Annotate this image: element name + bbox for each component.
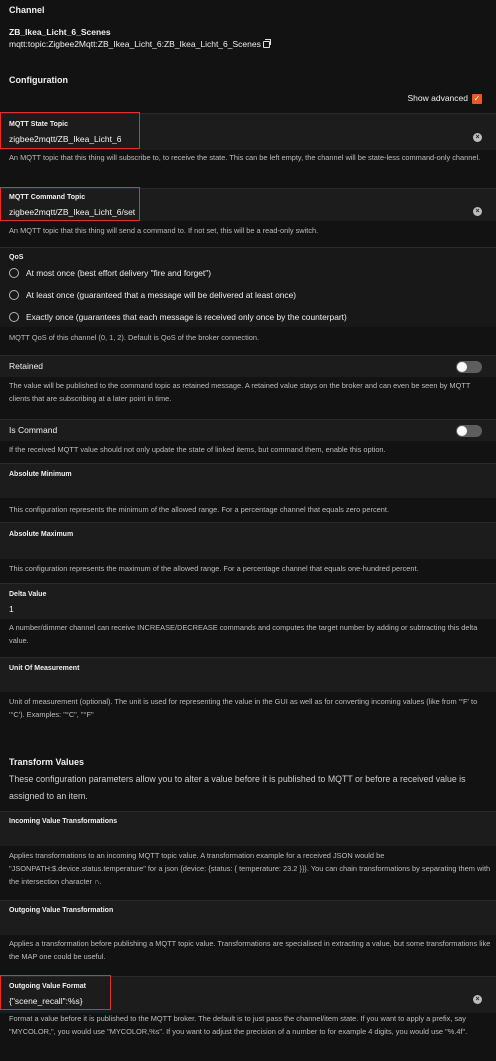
transform-values-heading: Transform Values [9,757,85,767]
absolute-maximum-field[interactable]: Absolute Maximum [0,522,496,559]
qos-option-2[interactable]: Exactly once (guarantees that each messa… [9,312,347,322]
radio-icon[interactable] [9,268,19,278]
highlight-box [0,975,111,1010]
outgoing-value-transformation-field[interactable]: Outgoing Value Transformation [0,900,496,935]
radio-icon[interactable] [9,312,19,322]
transform-values-description: These configuration parameters allow you… [9,774,466,801]
absolute-maximum-label: Absolute Maximum [9,531,74,538]
qos-option-2-label: Exactly once (guarantees that each messa… [26,312,347,322]
qos-option-0-label: At most once (best effort delivery "fire… [26,268,212,278]
radio-icon[interactable] [9,290,19,300]
show-advanced-label: Show advanced [407,93,469,103]
configuration-heading: Configuration [9,75,68,85]
clear-icon[interactable]: × [473,133,482,142]
channel-name: ZB_Ikea_Licht_6_Scenes [9,27,111,37]
incoming-value-transformations-field[interactable]: Incoming Value Transformations [0,811,496,846]
show-advanced-checkbox[interactable]: ✓ [472,94,482,104]
mqtt-command-topic-hint: An MQTT topic that this thing will send … [9,226,319,235]
delta-value-label: Delta Value [9,591,47,598]
is-command-hint: If the received MQTT value should not on… [9,445,386,454]
copy-icon[interactable] [262,39,271,48]
is-command-toggle[interactable] [456,425,482,437]
absolute-maximum-hint: This configuration represents the maximu… [9,564,419,573]
clear-icon[interactable]: × [473,995,482,1004]
clear-icon[interactable]: × [473,207,482,216]
absolute-minimum-label: Absolute Minimum [9,471,72,478]
outgoing-value-format-hint: Format a value before it is published to… [9,1014,468,1036]
mqtt-state-topic-hint: An MQTT topic that this thing will subsc… [9,153,481,162]
is-command-row[interactable]: Is Command [0,419,496,441]
delta-value-field[interactable]: Delta Value 1 [0,583,496,619]
absolute-minimum-hint: This configuration represents the minimu… [9,505,390,514]
is-command-label: Is Command [9,425,58,435]
unit-of-measurement-label: Unit Of Measurement [9,665,80,672]
channel-uid-row: mqtt:topic:Zigbee2Mqtt:ZB_Ikea_Licht_6:Z… [9,39,271,49]
qos-option-1-label: At least once (guaranteed that a message… [26,290,297,300]
retained-row[interactable]: Retained [0,355,496,377]
qos-label: QoS [9,254,24,261]
outgoing-value-transformation-label: Outgoing Value Transformation [9,907,114,914]
retained-label: Retained [9,361,44,371]
unit-of-measurement-hint: Unit of measurement (optional). The unit… [9,697,478,719]
incoming-value-transformations-hint: Applies transformations to an incoming M… [9,851,491,886]
channel-uid: mqtt:topic:Zigbee2Mqtt:ZB_Ikea_Licht_6:Z… [9,39,261,49]
unit-of-measurement-field[interactable]: Unit Of Measurement [0,657,496,692]
absolute-minimum-field[interactable]: Absolute Minimum [0,463,496,498]
incoming-value-transformations-label: Incoming Value Transformations [9,818,118,825]
qos-hint: MQTT QoS of this channel (0, 1, 2). Defa… [9,333,260,342]
retained-toggle[interactable] [456,361,482,373]
delta-value-hint: A number/dimmer channel can receive INCR… [9,623,478,645]
highlight-box [0,187,140,221]
highlight-box [0,112,140,149]
qos-option-0[interactable]: At most once (best effort delivery "fire… [9,268,211,278]
retained-hint: The value will be published to the comma… [9,381,471,403]
qos-option-1[interactable]: At least once (guaranteed that a message… [9,290,296,300]
channel-heading: Channel [9,5,45,15]
outgoing-value-transformation-hint: Applies a transformation before publishi… [9,939,491,961]
delta-value-input[interactable]: 1 [9,604,14,614]
